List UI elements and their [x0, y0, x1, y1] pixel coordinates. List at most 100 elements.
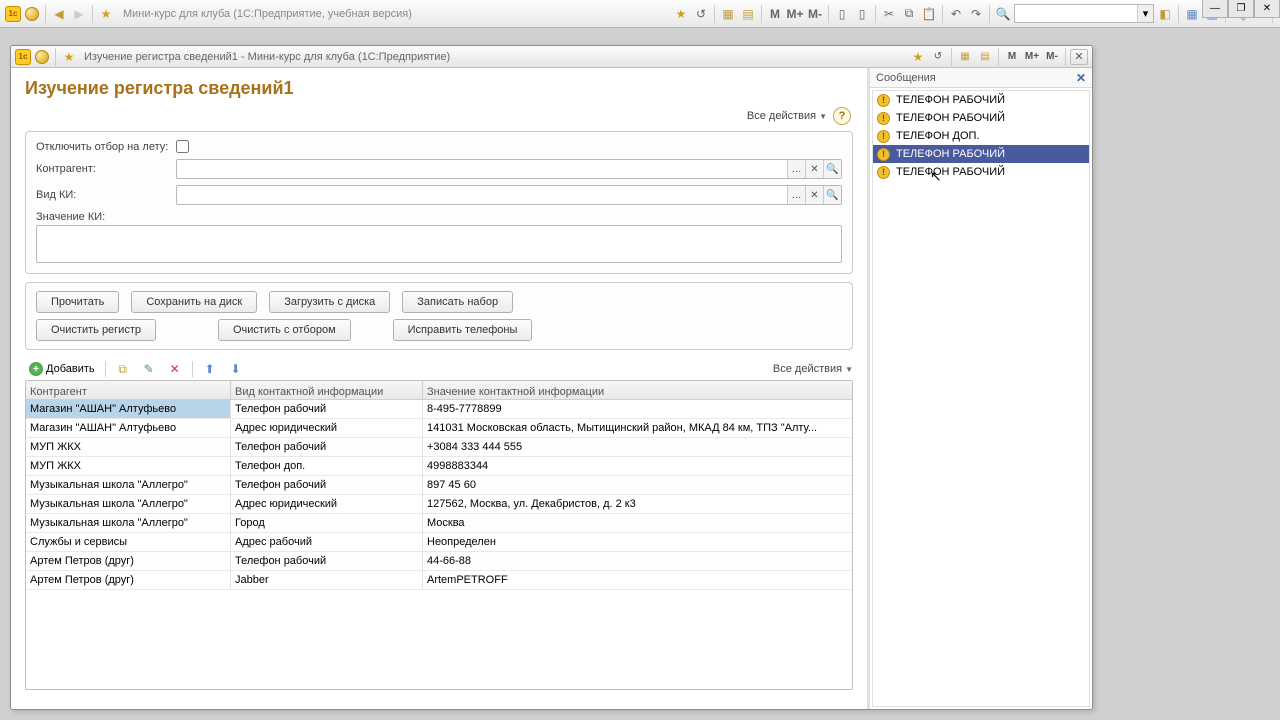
filter-panel: Отключить отбор на лету: Контрагент: … ✕…	[25, 131, 853, 274]
delete-row-button[interactable]: ✕	[164, 360, 186, 378]
input-lookup-button2[interactable]: 🔍	[823, 186, 841, 204]
table-row[interactable]: Музыкальная школа "Аллегро"Адрес юридиче…	[26, 495, 852, 514]
paste-icon[interactable]: 📋	[920, 5, 938, 23]
message-item[interactable]: !ТЕЛЕФОН РАБОЧИЙ	[873, 145, 1089, 163]
counterparty-input[interactable]	[177, 160, 787, 178]
disable-filter-checkbox[interactable]	[176, 140, 189, 153]
messages-list[interactable]: !ТЕЛЕФОН РАБОЧИЙ!ТЕЛЕФОН РАБОЧИЙ!ТЕЛЕФОН…	[872, 90, 1090, 707]
cut-icon[interactable]: ✂	[880, 5, 898, 23]
search-icon[interactable]: 🔍	[994, 5, 1012, 23]
window-close[interactable]: ✕	[1254, 0, 1280, 18]
inner-calc-icon[interactable]: ▦	[956, 49, 974, 65]
all-actions-top[interactable]: Все действия ▼	[747, 110, 827, 122]
col-ci-value[interactable]: Значение контактной информации	[423, 381, 852, 399]
table-row[interactable]: Музыкальная школа "Аллегро"ГородМосква	[26, 514, 852, 533]
inner-menu-button[interactable]	[33, 49, 51, 65]
save-disk-button[interactable]: Сохранить на диск	[131, 291, 257, 313]
inner-hist-icon[interactable]: ↺	[929, 49, 947, 65]
table-row[interactable]: Службы и сервисыАдрес рабочийНеопределен	[26, 533, 852, 552]
help-button[interactable]: ?	[833, 107, 851, 125]
ci-value-textarea[interactable]	[36, 225, 842, 263]
col-counterparty[interactable]: Контрагент	[26, 381, 231, 399]
clear-register-button[interactable]: Очистить регистр	[36, 319, 156, 341]
inner-fav2-icon[interactable]	[909, 49, 927, 65]
nav-fwd-button[interactable]: ▶	[70, 5, 88, 23]
doc-new-icon[interactable]: ▯	[833, 5, 851, 23]
app-logo-icon: 1c	[5, 6, 21, 22]
favorites-icon[interactable]	[97, 5, 115, 23]
search-field[interactable]: ▾	[1014, 4, 1154, 23]
message-text: ТЕЛЕФОН РАБОЧИЙ	[896, 94, 1005, 106]
warning-icon: !	[877, 112, 890, 125]
message-item[interactable]: !ТЕЛЕФОН РАБОЧИЙ	[873, 163, 1089, 181]
fav2-icon[interactable]	[672, 5, 690, 23]
chevron-down-icon: ▼	[819, 112, 827, 121]
ci-type-label: Вид КИ:	[36, 189, 176, 201]
message-item[interactable]: !ТЕЛЕФОН РАБОЧИЙ	[873, 109, 1089, 127]
messages-close-button[interactable]: ✕	[1076, 71, 1086, 85]
move-down-button[interactable]: ⬇	[225, 360, 247, 378]
mplus-button[interactable]: M+	[786, 5, 804, 23]
copy-icon[interactable]: ⧉	[900, 5, 918, 23]
message-item[interactable]: !ТЕЛЕФОН РАБОЧИЙ	[873, 91, 1089, 109]
window-maximize[interactable]: ❐	[1228, 0, 1254, 18]
table-row[interactable]: МУП ЖКХТелефон доп.4998883344	[26, 457, 852, 476]
all-actions-table[interactable]: Все действия ▼	[773, 363, 853, 375]
main-menu-button[interactable]	[23, 5, 41, 23]
clear-filter-button[interactable]: Очистить с отбором	[218, 319, 351, 341]
input-clear-button[interactable]: ✕	[805, 160, 823, 178]
message-item[interactable]: !ТЕЛЕФОН ДОП.	[873, 127, 1089, 145]
input-clear-button2[interactable]: ✕	[805, 186, 823, 204]
copy-row-button[interactable]: ⧉	[112, 360, 134, 378]
input-lookup-button[interactable]: 🔍	[823, 160, 841, 178]
table-cell: ArtemPETROFF	[423, 571, 852, 589]
load-disk-button[interactable]: Загрузить с диска	[269, 291, 390, 313]
table-cell: +3084 333 444 555	[423, 438, 852, 456]
mminus-button[interactable]: M-	[806, 5, 824, 23]
table-row[interactable]: МУП ЖКХТелефон рабочий+3084 333 444 555	[26, 438, 852, 457]
undo-icon[interactable]: ↶	[947, 5, 965, 23]
table-cell: 8-495-7778899	[423, 400, 852, 418]
calc-icon[interactable]: ▦	[719, 5, 737, 23]
add-row-button[interactable]: + Добавить	[25, 360, 99, 378]
m-button[interactable]: M	[766, 5, 784, 23]
col-ci-type[interactable]: Вид контактной информации	[231, 381, 423, 399]
table-row[interactable]: Артем Петров (друг)Телефон рабочий44-66-…	[26, 552, 852, 571]
ci-type-input-wrap: … ✕ 🔍	[176, 185, 842, 205]
fix-phones-button[interactable]: Исправить телефоны	[393, 319, 533, 341]
inner-cal-icon[interactable]: ▤	[976, 49, 994, 65]
inner-fav-icon[interactable]	[60, 49, 78, 65]
chevron-down-icon: ▼	[845, 365, 853, 374]
input-select-button[interactable]: …	[787, 160, 805, 178]
table-cell: Магазин "АШАН" Алтуфьево	[26, 400, 231, 418]
history-icon[interactable]: ↺	[692, 5, 710, 23]
inner-mminus-button[interactable]: M-	[1043, 49, 1061, 65]
write-set-button[interactable]: Записать набор	[402, 291, 513, 313]
table-cell: Неопределен	[423, 533, 852, 551]
calendar-icon[interactable]: ▤	[739, 5, 757, 23]
inner-close-button[interactable]: ✕	[1070, 49, 1088, 65]
table-cell: МУП ЖКХ	[26, 457, 231, 475]
page-title: Изучение регистра сведений1	[25, 78, 853, 99]
view1-icon[interactable]: ▦	[1183, 5, 1201, 23]
doc-open-icon[interactable]: ▯	[853, 5, 871, 23]
table-row[interactable]: Артем Петров (друг)JabberArtemPETROFF	[26, 571, 852, 590]
input-select-button2[interactable]: …	[787, 186, 805, 204]
move-up-button[interactable]: ⬆	[199, 360, 221, 378]
inner-mplus-button[interactable]: M+	[1023, 49, 1041, 65]
data-table[interactable]: Контрагент Вид контактной информации Зна…	[25, 380, 853, 690]
all-actions-label: Все действия	[747, 110, 816, 122]
inner-m-button[interactable]: M	[1003, 49, 1021, 65]
window-minimize[interactable]: —	[1202, 0, 1228, 18]
read-button[interactable]: Прочитать	[36, 291, 119, 313]
table-row[interactable]: Музыкальная школа "Аллегро"Телефон рабоч…	[26, 476, 852, 495]
table-row[interactable]: Магазин "АШАН" АлтуфьевоТелефон рабочий8…	[26, 400, 852, 419]
nav-back-button[interactable]: ◀	[50, 5, 68, 23]
ci-type-input[interactable]	[177, 186, 787, 204]
inner-logo-icon: 1c	[15, 49, 31, 65]
redo-icon[interactable]: ↷	[967, 5, 985, 23]
inner-window: 1c Изучение регистра сведений1 - Мини-ку…	[10, 45, 1093, 710]
table-row[interactable]: Магазин "АШАН" АлтуфьевоАдрес юридически…	[26, 419, 852, 438]
edit-row-button[interactable]: ✎	[138, 360, 160, 378]
nav-panel-icon[interactable]: ◧	[1156, 5, 1174, 23]
